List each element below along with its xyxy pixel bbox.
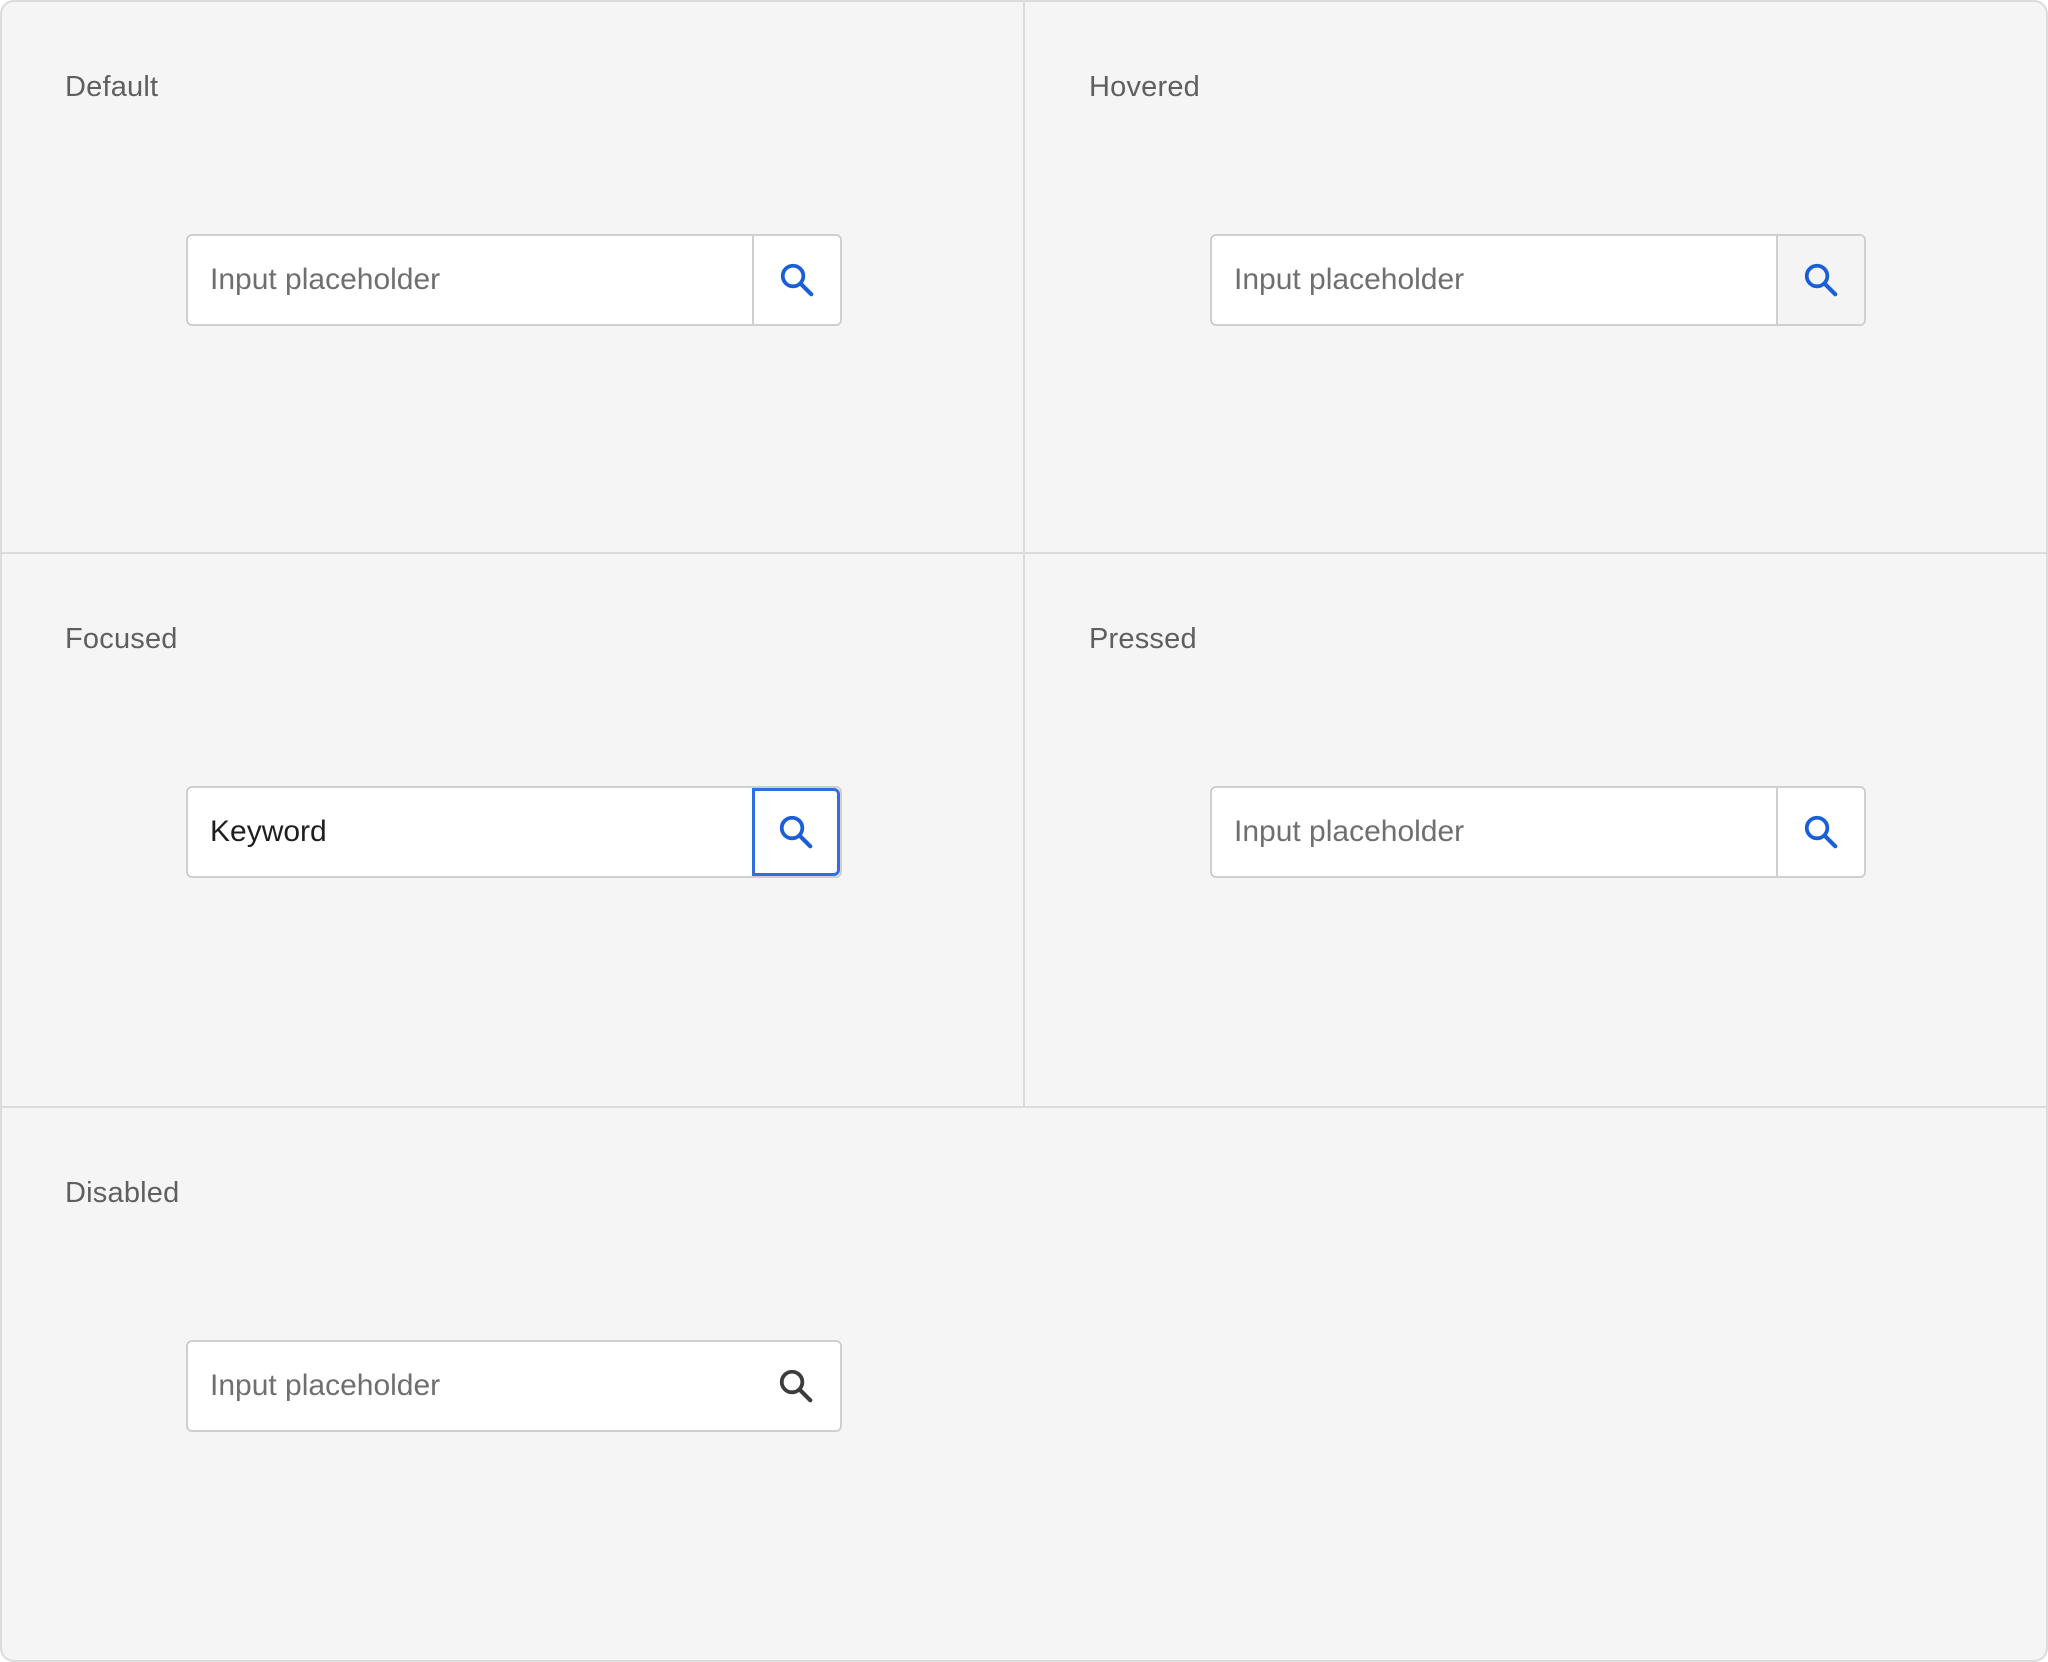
search-icon <box>1804 263 1838 297</box>
search-button[interactable] <box>1776 236 1864 324</box>
state-panel-default: Default Input placeholder <box>2 2 1025 554</box>
state-panel-pressed: Pressed Input placeholder <box>1025 554 2046 1108</box>
state-label: Focused <box>65 623 178 655</box>
search-bar: Keyword <box>186 786 842 878</box>
search-input[interactable]: Input placeholder <box>1212 788 1776 876</box>
search-input[interactable]: Keyword <box>188 788 752 876</box>
state-panel-disabled: Disabled Input placeholder <box>2 1108 2046 1660</box>
search-icon <box>1804 815 1838 849</box>
search-input: Input placeholder <box>210 1369 441 1402</box>
search-bar: Input placeholder <box>186 1340 842 1432</box>
search-button-states-board: Default Input placeholder Hovered Input … <box>0 0 2048 1662</box>
search-icon <box>780 263 814 297</box>
state-panel-hovered: Hovered Input placeholder <box>1025 2 2046 554</box>
search-bar: Input placeholder <box>186 234 842 326</box>
search-icon <box>779 1369 813 1403</box>
search-bar: Input placeholder <box>1210 234 1866 326</box>
search-button[interactable] <box>752 788 840 876</box>
search-button[interactable] <box>752 236 840 324</box>
search-input[interactable]: Input placeholder <box>1212 236 1776 324</box>
state-label: Hovered <box>1089 71 1201 103</box>
state-label: Default <box>65 71 159 103</box>
search-button[interactable] <box>1776 788 1864 876</box>
state-panel-focused: Focused Keyword <box>2 554 1025 1108</box>
search-icon <box>779 815 813 849</box>
search-input[interactable]: Input placeholder <box>188 236 752 324</box>
search-button <box>752 1342 840 1430</box>
search-bar: Input placeholder <box>1210 786 1866 878</box>
state-label: Pressed <box>1089 623 1197 655</box>
state-label: Disabled <box>65 1177 180 1209</box>
